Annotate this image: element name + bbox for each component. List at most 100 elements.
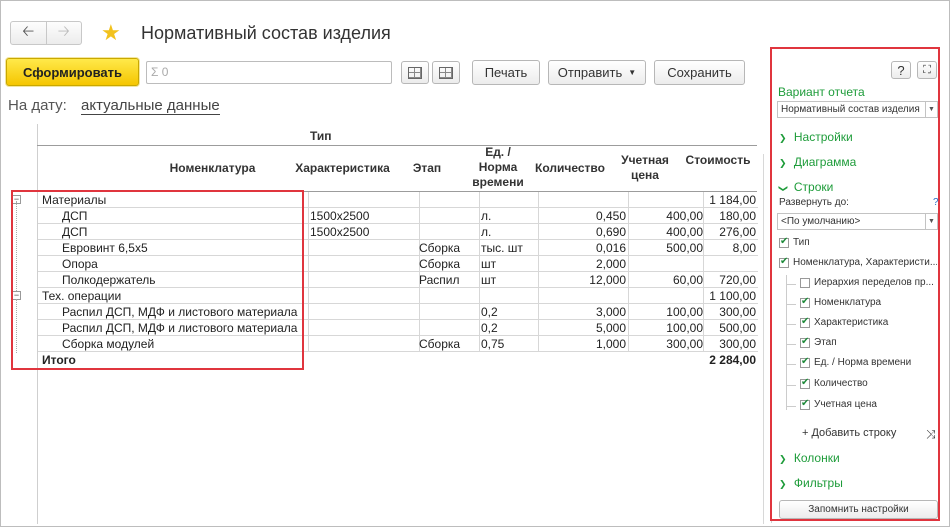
section-rows[interactable]: ❯ Строки [778,180,834,194]
cell-price: 100,00 [666,305,703,319]
row-setting-label: Характеристика [814,317,889,328]
row-setting-item[interactable]: Этап [800,337,936,348]
section-filters-label: Фильтры [793,476,843,490]
cell-char [310,288,414,304]
cell-qty: 0,450 [595,209,626,223]
cell-char: 1500x2500 [310,209,370,223]
cell-separator [479,240,480,256]
row-setting-item[interactable]: Характеристика [800,317,936,328]
print-button[interactable]: Печать [472,60,540,85]
section-settings[interactable]: ❯ Настройки [779,130,853,144]
cell-unit: шт [481,257,497,271]
report-scrollbar[interactable] [763,154,769,524]
checkbox-icon[interactable] [800,277,810,288]
remember-settings-button[interactable]: Запомнить настройки [779,500,938,519]
date-link[interactable]: актуальные данные [81,97,220,115]
cell-price: 60,00 [672,273,703,287]
chevron-right-icon: ❯ [779,158,787,168]
expand-to-select[interactable]: <По умолчанию> ▼ [777,213,938,230]
expand-groups-button[interactable] [432,61,460,84]
checkbox-checked-icon[interactable] [779,237,789,248]
row-setting-item[interactable]: Номенклатура, Характеристи... [779,257,937,268]
expand-help-link[interactable]: ? [933,197,939,208]
cell-separator [479,336,480,352]
cell-char [310,256,414,272]
row-setting-label: Учетная цена [814,399,877,410]
cell-qty: 2,000 [595,257,626,271]
checkbox-checked-icon[interactable] [779,257,789,268]
row-setting-label: Ед. / Норма времени [814,357,912,368]
row-setting-item[interactable]: Иерархия переделов пр... [800,277,936,288]
send-button[interactable]: Отправить ▼ [548,60,646,85]
add-row-link[interactable]: + Добавить строку [802,427,896,439]
row-setting-label: Номенклатура, Характеристи... [793,257,937,268]
cell-separator [479,272,480,288]
checkbox-checked-icon[interactable] [800,297,810,308]
arrow-right-icon: 🡢 [57,22,70,40]
tree-branch-line [786,406,796,407]
chevron-down-icon: ❯ [778,184,789,193]
row-setting-item[interactable]: Тип [779,237,937,248]
chevron-right-icon: ❯ [779,454,787,464]
cell-char [310,336,414,352]
checkbox-checked-icon[interactable] [800,399,810,410]
row-setting-item[interactable]: Номенклатура [800,297,936,308]
collapse-groups-button[interactable] [401,61,429,84]
checkbox-checked-icon[interactable] [800,357,810,368]
row-setting-item[interactable]: Ед. / Норма времени [800,357,936,368]
row-setting-item[interactable]: Количество [800,378,936,389]
row-setting-item[interactable]: Учетная цена [800,399,936,410]
cell-stage [419,304,475,320]
fullscreen-button[interactable]: ⛶ [917,61,937,79]
checkbox-checked-icon[interactable] [800,337,810,348]
back-button[interactable]: 🡠 [11,22,46,44]
cell-stage [419,208,475,224]
cell-unit: 0,2 [481,321,498,335]
cell-char [310,272,414,288]
section-chart-label: Диаграмма [793,155,857,169]
chevron-right-icon: ❯ [779,479,787,489]
cell-cost: 2 284,00 [709,353,756,367]
cell-stage [419,320,475,336]
cell-stage: Распил [419,273,460,287]
checkbox-checked-icon[interactable] [800,317,810,328]
cell-unit: л. [481,225,492,239]
header-type: Тип [310,129,332,143]
generate-button[interactable]: Сформировать [6,58,139,86]
navigation-group: 🡠 🡢 [10,21,82,45]
cell-cost: 276,00 [719,225,756,239]
cell-cost: 300,00 [719,337,756,351]
cell-stage [419,192,475,208]
cell-unit: л. [481,209,492,223]
section-columns[interactable]: ❯ Колонки [779,451,840,465]
forward-button[interactable]: 🡢 [45,22,82,44]
section-chart[interactable]: ❯ Диаграмма [779,155,856,169]
cell-separator [479,224,480,240]
cell-char [310,320,414,336]
checkbox-checked-icon[interactable] [800,378,810,389]
variant-select[interactable]: Нормативный состав изделия ▼ [777,101,938,118]
star-icon[interactable]: ★ [101,21,121,45]
chevron-down-icon: ▼ [925,214,937,229]
send-label: Отправить [557,65,623,80]
help-button[interactable]: ? [891,61,911,79]
cell-qty: 1,000 [595,337,626,351]
cell-cost: 1 100,00 [709,289,756,303]
col-stage: Этап [412,161,442,175]
save-button[interactable]: Сохранить [654,60,745,85]
expand-to-label: Развернуть до: [779,197,849,208]
cell-price: 400,00 [666,225,703,239]
sum-field[interactable]: Σ 0 [146,61,392,84]
cell-price: 100,00 [666,321,703,335]
cell-char [310,240,414,256]
page-title: Нормативный состав изделия [141,23,391,43]
tree-branch-line [786,344,796,345]
collapse-groups-icon [408,66,422,79]
shuffle-icon[interactable]: ⤨ [926,427,936,442]
cell-unit: тыс. шт [481,241,523,255]
section-filters[interactable]: ❯ Фильтры [779,476,843,490]
section-rows-label: Строки [793,180,834,194]
cell-cost: 500,00 [719,321,756,335]
cell-cost: 1 184,00 [709,193,756,207]
cell-cost: 300,00 [719,305,756,319]
